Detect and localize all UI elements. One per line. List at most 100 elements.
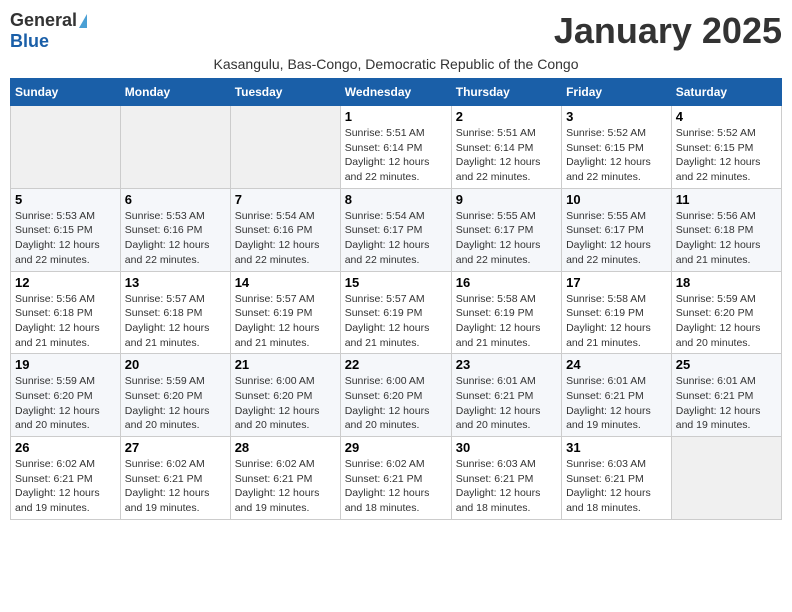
day-info: Sunrise: 5:51 AM Sunset: 6:14 PM Dayligh… bbox=[345, 126, 447, 185]
day-number: 6 bbox=[125, 192, 226, 207]
logo-general: General bbox=[10, 10, 77, 31]
day-number: 15 bbox=[345, 275, 447, 290]
day-info: Sunrise: 6:02 AM Sunset: 6:21 PM Dayligh… bbox=[345, 457, 447, 516]
calendar-cell: 2Sunrise: 5:51 AM Sunset: 6:14 PM Daylig… bbox=[451, 106, 561, 189]
calendar-cell: 22 Sunrise: 6:00 AM Sunset: 6:20 PM Dayli… bbox=[340, 354, 451, 437]
day-info: Sunrise: 5:59 AM Sunset: 6:20 PM Dayligh… bbox=[15, 374, 116, 433]
week-row-1: 1 Sunrise: 5:51 AM Sunset: 6:14 PM Daylig… bbox=[11, 106, 782, 189]
calendar-cell bbox=[230, 106, 340, 189]
day-info: Sunrise: 5:52 AM Sunset: 6:15 PM Dayligh… bbox=[676, 126, 777, 185]
day-number: 20 bbox=[125, 357, 226, 372]
day-number: 5 bbox=[15, 192, 116, 207]
day-info: Sunrise: 5:54 AM Sunset: 6:17 PM Dayligh… bbox=[345, 209, 447, 268]
day-number: 12 bbox=[15, 275, 116, 290]
calendar-cell: 18 Sunrise: 5:59 AM Sunset: 6:20 PM Dayli… bbox=[671, 271, 781, 354]
calendar-cell: 31Sunrise: 6:03 AM Sunset: 6:21 PM Dayli… bbox=[562, 437, 672, 520]
day-number: 29 bbox=[345, 440, 447, 455]
calendar-cell bbox=[11, 106, 121, 189]
day-info: Sunrise: 5:57 AM Sunset: 6:18 PM Dayligh… bbox=[125, 292, 226, 351]
calendar-cell: 24Sunrise: 6:01 AM Sunset: 6:21 PM Dayli… bbox=[562, 354, 672, 437]
header-day-tuesday: Tuesday bbox=[230, 79, 340, 106]
calendar-cell: 15 Sunrise: 5:57 AM Sunset: 6:19 PM Dayli… bbox=[340, 271, 451, 354]
calendar-cell: 17 Sunrise: 5:58 AM Sunset: 6:19 PM Dayli… bbox=[562, 271, 672, 354]
calendar-cell: 11 Sunrise: 5:56 AM Sunset: 6:18 PM Dayli… bbox=[671, 188, 781, 271]
day-info: Sunrise: 5:55 AM Sunset: 6:17 PM Dayligh… bbox=[566, 209, 667, 268]
day-number: 11 bbox=[676, 192, 777, 207]
calendar-cell: 27 Sunrise: 6:02 AM Sunset: 6:21 PM Dayli… bbox=[120, 437, 230, 520]
header-day-friday: Friday bbox=[562, 79, 672, 106]
calendar-cell bbox=[671, 437, 781, 520]
calendar-cell: 9Sunrise: 5:55 AM Sunset: 6:17 PM Daylig… bbox=[451, 188, 561, 271]
calendar-cell: 14Sunrise: 5:57 AM Sunset: 6:19 PM Dayli… bbox=[230, 271, 340, 354]
calendar-cell: 10 Sunrise: 5:55 AM Sunset: 6:17 PM Dayli… bbox=[562, 188, 672, 271]
day-number: 16 bbox=[456, 275, 557, 290]
day-info: Sunrise: 5:58 AM Sunset: 6:19 PM Dayligh… bbox=[566, 292, 667, 351]
week-row-2: 5 Sunrise: 5:53 AM Sunset: 6:15 PM Daylig… bbox=[11, 188, 782, 271]
header-day-thursday: Thursday bbox=[451, 79, 561, 106]
calendar-cell: 4 Sunrise: 5:52 AM Sunset: 6:15 PM Daylig… bbox=[671, 106, 781, 189]
header-row: SundayMondayTuesdayWednesdayThursdayFrid… bbox=[11, 79, 782, 106]
day-number: 8 bbox=[345, 192, 447, 207]
day-number: 23 bbox=[456, 357, 557, 372]
week-row-3: 12 Sunrise: 5:56 AM Sunset: 6:18 PM Dayli… bbox=[11, 271, 782, 354]
header-day-monday: Monday bbox=[120, 79, 230, 106]
day-info: Sunrise: 6:00 AM Sunset: 6:20 PM Dayligh… bbox=[235, 374, 336, 433]
calendar-cell: 30Sunrise: 6:03 AM Sunset: 6:21 PM Dayli… bbox=[451, 437, 561, 520]
calendar-cell: 6 Sunrise: 5:53 AM Sunset: 6:16 PM Daylig… bbox=[120, 188, 230, 271]
logo-triangle-icon bbox=[79, 14, 87, 28]
calendar-cell: 28Sunrise: 6:02 AM Sunset: 6:21 PM Dayli… bbox=[230, 437, 340, 520]
logo-blue: Blue bbox=[10, 31, 49, 52]
day-info: Sunrise: 5:51 AM Sunset: 6:14 PM Dayligh… bbox=[456, 126, 557, 185]
day-info: Sunrise: 6:02 AM Sunset: 6:21 PM Dayligh… bbox=[125, 457, 226, 516]
week-row-4: 19 Sunrise: 5:59 AM Sunset: 6:20 PM Dayli… bbox=[11, 354, 782, 437]
day-info: Sunrise: 5:52 AM Sunset: 6:15 PM Dayligh… bbox=[566, 126, 667, 185]
day-number: 22 bbox=[345, 357, 447, 372]
day-number: 27 bbox=[125, 440, 226, 455]
day-number: 4 bbox=[676, 109, 777, 124]
day-number: 18 bbox=[676, 275, 777, 290]
day-info: Sunrise: 5:53 AM Sunset: 6:16 PM Dayligh… bbox=[125, 209, 226, 268]
calendar-cell bbox=[120, 106, 230, 189]
day-info: Sunrise: 5:57 AM Sunset: 6:19 PM Dayligh… bbox=[345, 292, 447, 351]
day-info: Sunrise: 5:59 AM Sunset: 6:20 PM Dayligh… bbox=[676, 292, 777, 351]
day-number: 1 bbox=[345, 109, 447, 124]
calendar-cell: 20 Sunrise: 5:59 AM Sunset: 6:20 PM Dayli… bbox=[120, 354, 230, 437]
day-number: 17 bbox=[566, 275, 667, 290]
calendar-cell: 1 Sunrise: 5:51 AM Sunset: 6:14 PM Daylig… bbox=[340, 106, 451, 189]
subtitle: Kasangulu, Bas-Congo, Democratic Republi… bbox=[10, 56, 782, 72]
day-info: Sunrise: 5:57 AM Sunset: 6:19 PM Dayligh… bbox=[235, 292, 336, 351]
month-title: January 2025 bbox=[554, 10, 782, 52]
day-info: Sunrise: 5:58 AM Sunset: 6:19 PM Dayligh… bbox=[456, 292, 557, 351]
day-info: Sunrise: 6:02 AM Sunset: 6:21 PM Dayligh… bbox=[15, 457, 116, 516]
day-number: 25 bbox=[676, 357, 777, 372]
calendar-table: SundayMondayTuesdayWednesdayThursdayFrid… bbox=[10, 78, 782, 520]
day-number: 26 bbox=[15, 440, 116, 455]
calendar-cell: 8 Sunrise: 5:54 AM Sunset: 6:17 PM Daylig… bbox=[340, 188, 451, 271]
day-info: Sunrise: 5:55 AM Sunset: 6:17 PM Dayligh… bbox=[456, 209, 557, 268]
day-number: 28 bbox=[235, 440, 336, 455]
day-info: Sunrise: 5:54 AM Sunset: 6:16 PM Dayligh… bbox=[235, 209, 336, 268]
header-day-wednesday: Wednesday bbox=[340, 79, 451, 106]
calendar-cell: 26 Sunrise: 6:02 AM Sunset: 6:21 PM Dayli… bbox=[11, 437, 121, 520]
calendar-cell: 21 Sunrise: 6:00 AM Sunset: 6:20 PM Dayli… bbox=[230, 354, 340, 437]
day-info: Sunrise: 6:01 AM Sunset: 6:21 PM Dayligh… bbox=[456, 374, 557, 433]
calendar-cell: 7Sunrise: 5:54 AM Sunset: 6:16 PM Daylig… bbox=[230, 188, 340, 271]
day-number: 13 bbox=[125, 275, 226, 290]
day-info: Sunrise: 6:01 AM Sunset: 6:21 PM Dayligh… bbox=[676, 374, 777, 433]
day-info: Sunrise: 5:56 AM Sunset: 6:18 PM Dayligh… bbox=[676, 209, 777, 268]
calendar-cell: 23 Sunrise: 6:01 AM Sunset: 6:21 PM Dayli… bbox=[451, 354, 561, 437]
calendar-cell: 29 Sunrise: 6:02 AM Sunset: 6:21 PM Dayli… bbox=[340, 437, 451, 520]
day-number: 19 bbox=[15, 357, 116, 372]
day-info: Sunrise: 5:59 AM Sunset: 6:20 PM Dayligh… bbox=[125, 374, 226, 433]
day-number: 21 bbox=[235, 357, 336, 372]
day-number: 30 bbox=[456, 440, 557, 455]
day-number: 3 bbox=[566, 109, 667, 124]
calendar-cell: 3 Sunrise: 5:52 AM Sunset: 6:15 PM Daylig… bbox=[562, 106, 672, 189]
calendar-cell: 25 Sunrise: 6:01 AM Sunset: 6:21 PM Dayli… bbox=[671, 354, 781, 437]
page-header: General Blue January 2025 bbox=[10, 10, 782, 52]
day-info: Sunrise: 6:00 AM Sunset: 6:20 PM Dayligh… bbox=[345, 374, 447, 433]
day-info: Sunrise: 5:53 AM Sunset: 6:15 PM Dayligh… bbox=[15, 209, 116, 268]
day-info: Sunrise: 5:56 AM Sunset: 6:18 PM Dayligh… bbox=[15, 292, 116, 351]
day-number: 10 bbox=[566, 192, 667, 207]
day-info: Sunrise: 6:01 AM Sunset: 6:21 PM Dayligh… bbox=[566, 374, 667, 433]
